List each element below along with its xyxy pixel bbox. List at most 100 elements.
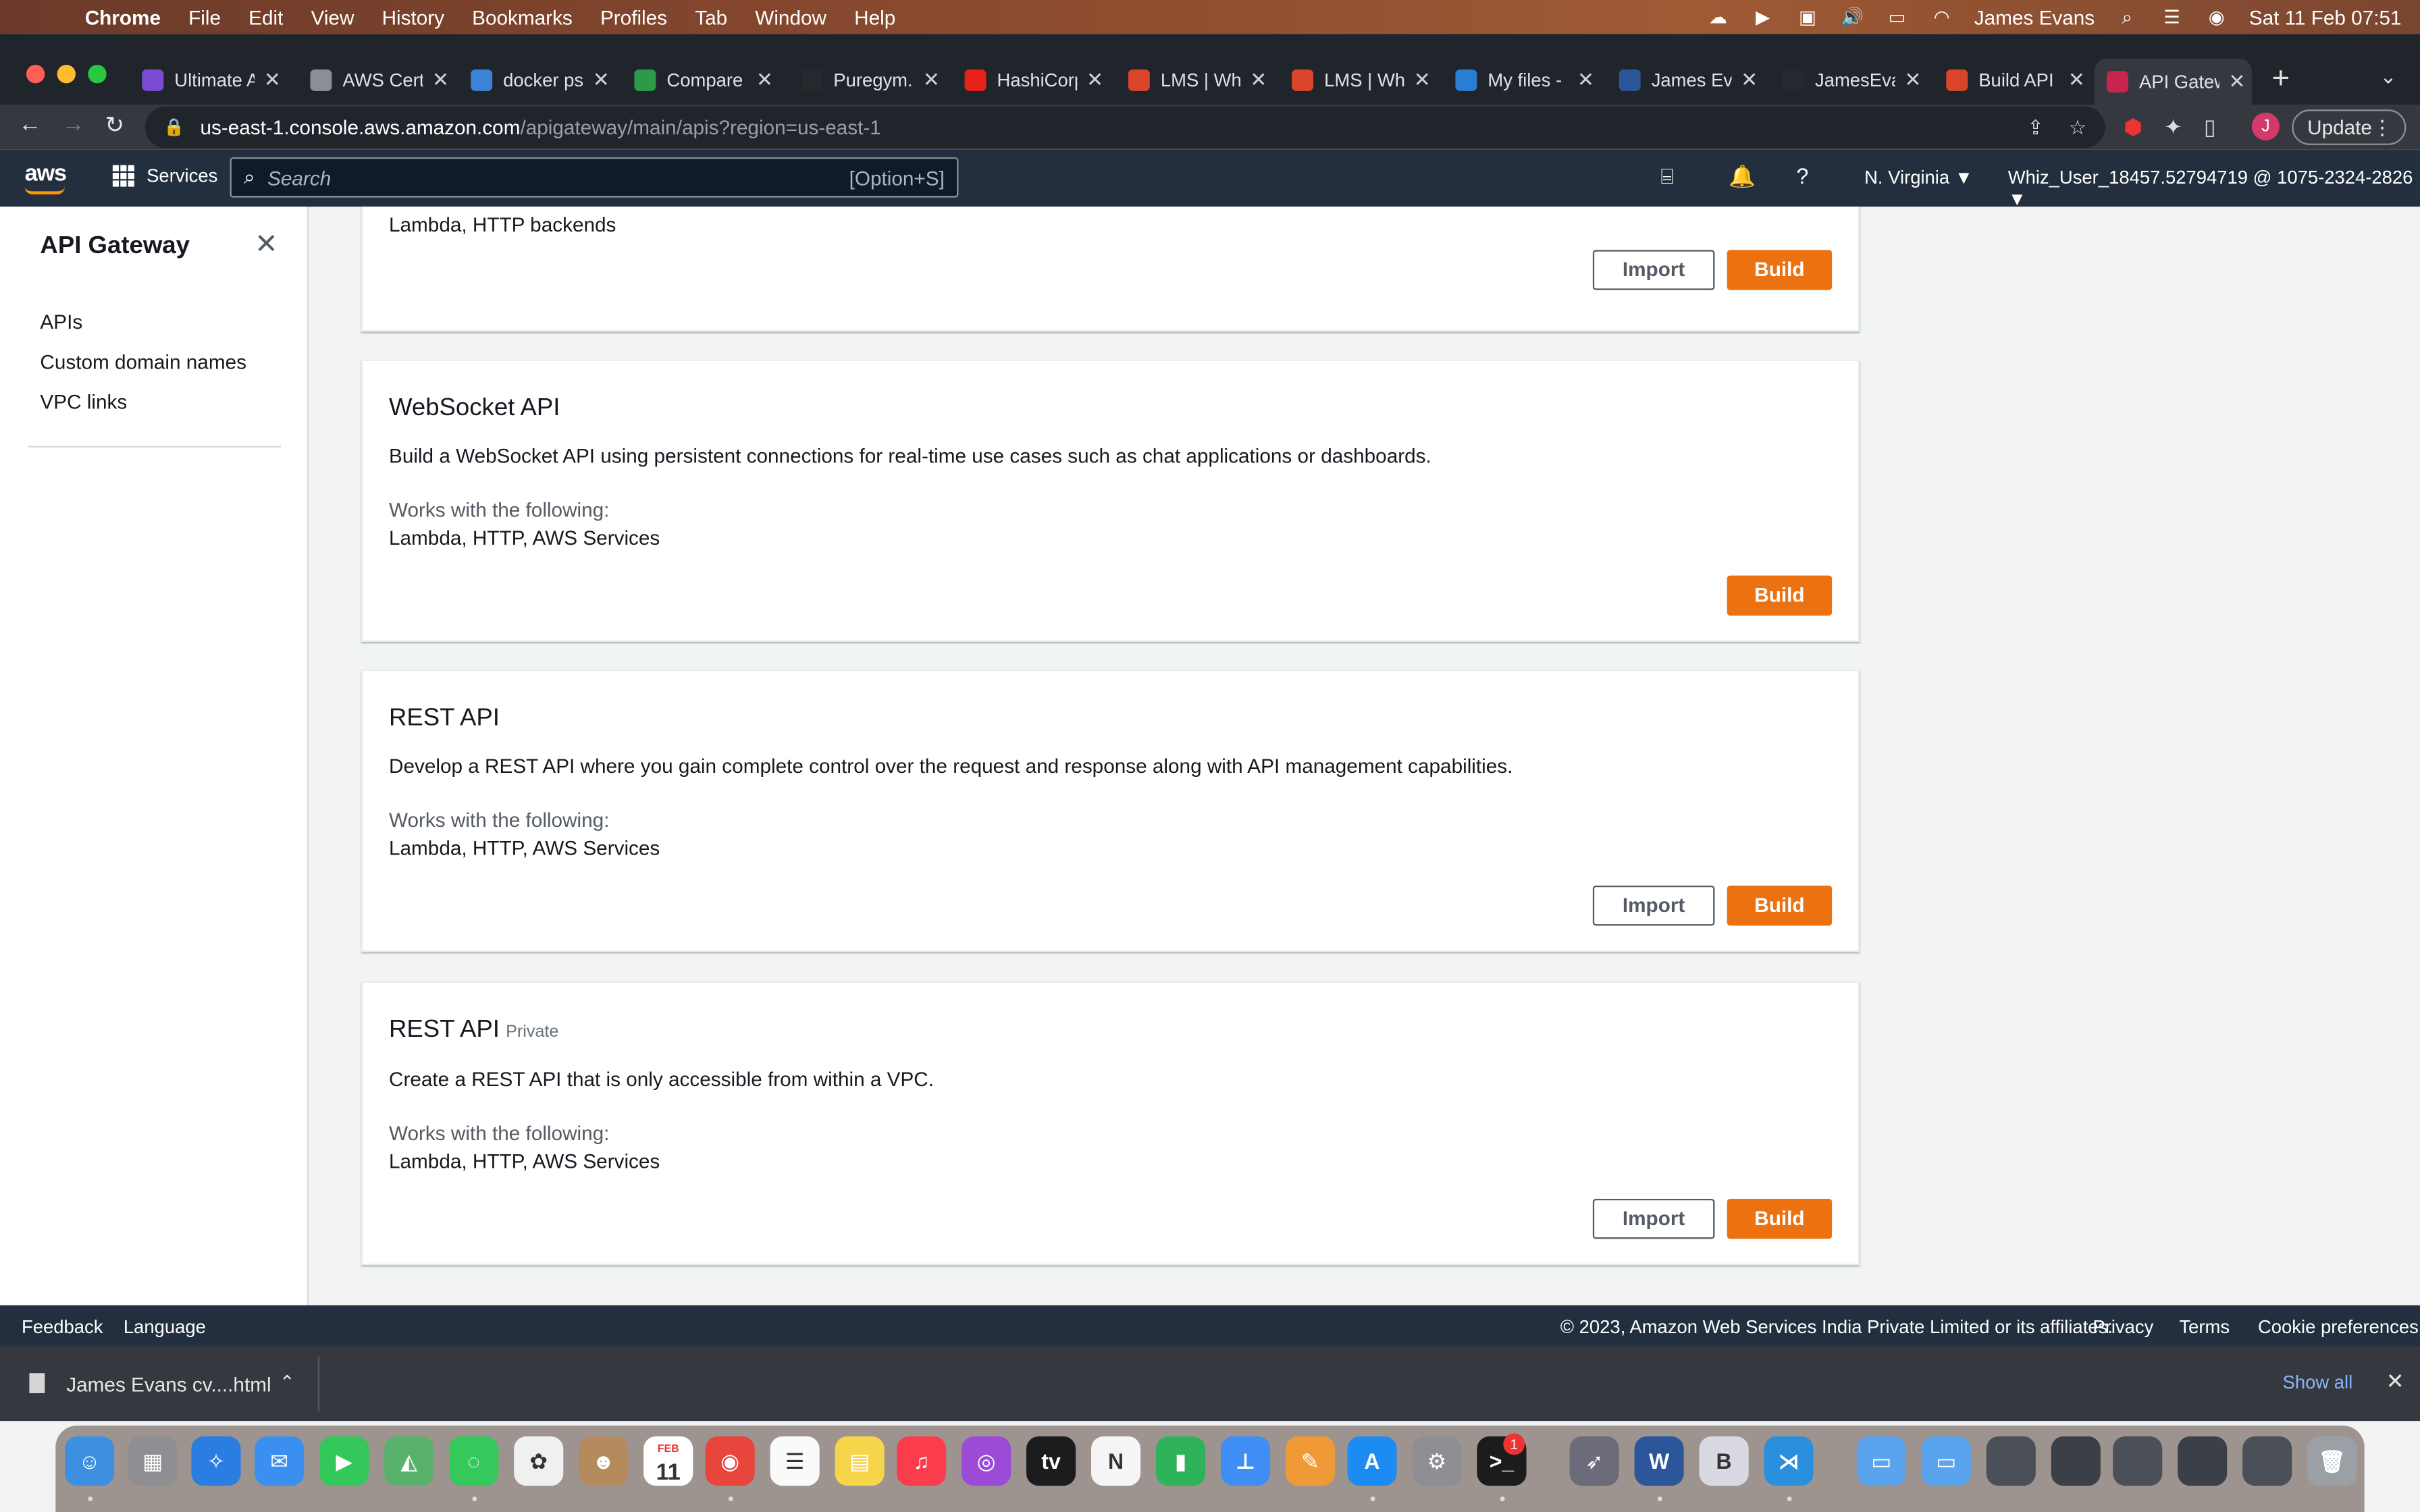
facetime-icon[interactable]: ▶ <box>319 1436 369 1486</box>
window-thumb-5-icon[interactable] <box>2242 1436 2292 1486</box>
adblock-extension-icon[interactable]: ⬢ <box>2124 114 2142 140</box>
notes-icon[interactable]: ▤ <box>835 1436 885 1486</box>
http-import-button[interactable]: Import <box>1592 250 1715 290</box>
services-menu[interactable]: Services <box>112 165 217 187</box>
close-window-icon[interactable] <box>26 64 45 84</box>
rest-import-button[interactable]: Import <box>1592 885 1715 926</box>
zoom-window-icon[interactable] <box>88 64 107 84</box>
share-icon[interactable]: ⇪ <box>2027 115 2044 140</box>
language-link[interactable]: Language <box>124 1316 206 1338</box>
terms-link[interactable]: Terms <box>2179 1316 2230 1338</box>
volume-icon[interactable]: 🔊 <box>1840 7 1865 26</box>
show-all-link[interactable]: Show all <box>2283 1372 2353 1393</box>
vscode-icon[interactable]: ⋊ <box>1764 1436 1814 1486</box>
menu-tab[interactable]: Tab <box>681 5 741 28</box>
messages-icon[interactable]: ◌ <box>449 1436 499 1486</box>
tab-search-chevron-icon[interactable]: ⌄ <box>2380 65 2397 90</box>
tab-close-icon[interactable]: ✕ <box>2068 68 2085 93</box>
menu-bookmarks[interactable]: Bookmarks <box>458 5 587 28</box>
profile-avatar[interactable]: J <box>2251 112 2280 140</box>
system-settings-icon[interactable]: ⚙ <box>1412 1436 1462 1486</box>
side-panel-icon[interactable]: ▯ <box>2204 114 2216 140</box>
close-nav-icon[interactable]: ✕ <box>255 228 278 261</box>
main-content[interactable]: Lambda, HTTP backends Import Build WebSo… <box>310 207 2420 1305</box>
menu-profiles[interactable]: Profiles <box>586 5 681 28</box>
address-bar[interactable]: 🔒 us-east-1.console.aws.amazon.com /apig… <box>144 106 2105 148</box>
tab-close-icon[interactable]: ✕ <box>264 68 281 93</box>
window-thumb-1-icon[interactable] <box>1986 1436 2036 1486</box>
sidebar-item-custom-domain-names[interactable]: Custom domain names <box>40 350 246 373</box>
podcasts-icon[interactable]: ◎ <box>961 1436 1011 1486</box>
aws-logo[interactable]: aws <box>25 161 68 187</box>
forward-arrow-icon[interactable]: → <box>61 111 84 138</box>
sidebar-item-vpc-links[interactable]: VPC links <box>40 390 127 413</box>
privacy-link[interactable]: Privacy <box>2093 1316 2153 1338</box>
cookie-preferences-link[interactable]: Cookie preferences <box>2258 1316 2419 1338</box>
chrome-icon[interactable]: ◉ <box>705 1436 755 1486</box>
menu-help[interactable]: Help <box>841 5 910 28</box>
window-thumb-4-icon[interactable] <box>2178 1436 2228 1486</box>
word-icon[interactable]: W <box>1634 1436 1684 1486</box>
back-arrow-icon[interactable]: ← <box>18 111 41 138</box>
bookmark-star-icon[interactable]: ☆ <box>2069 115 2087 140</box>
music-icon[interactable]: ♫ <box>896 1436 947 1486</box>
menu-history[interactable]: History <box>368 5 458 28</box>
launchpad-icon[interactable]: ▦ <box>128 1436 178 1486</box>
tab-close-icon[interactable]: ✕ <box>756 68 773 93</box>
browser-tab[interactable]: HashiCorp ✕ <box>952 59 1109 102</box>
menu-file[interactable]: File <box>175 5 235 28</box>
menubar-user[interactable]: James Evans <box>1974 5 2095 28</box>
feedback-link[interactable]: Feedback <box>22 1316 103 1338</box>
tv-icon[interactable]: tv <box>1026 1436 1076 1486</box>
tab-close-icon[interactable]: ✕ <box>1250 68 1267 93</box>
lock-icon[interactable]: 🔒 <box>163 117 184 137</box>
rest-private-import-button[interactable]: Import <box>1592 1198 1715 1239</box>
appstore-icon[interactable]: A <box>1347 1436 1397 1486</box>
browser-tab[interactable]: Build API ✕ <box>1934 59 2091 102</box>
screen-icon[interactable]: ▣ <box>1795 7 1820 26</box>
aws-search-input[interactable]: ⌕ Search [Option+S] <box>230 157 959 198</box>
more-options-icon[interactable]: ⋮ <box>2372 115 2392 140</box>
new-tab-icon[interactable]: + <box>2272 61 2290 97</box>
trash-icon[interactable]: 🗑 <box>2307 1436 2357 1486</box>
tab-close-icon[interactable]: ✕ <box>432 68 449 93</box>
contacts-icon[interactable]: ☻ <box>579 1436 629 1486</box>
menu-app-chrome[interactable]: Chrome <box>71 5 174 28</box>
browser-tab[interactable]: Compare ✕ <box>622 59 779 102</box>
tab-close-icon[interactable]: ✕ <box>1414 68 1431 93</box>
browser-tab[interactable]: My files - ✕ <box>1443 59 1600 102</box>
tab-close-icon[interactable]: ✕ <box>593 68 610 93</box>
calendar-icon[interactable]: FEB 11 <box>643 1436 693 1486</box>
bbedit-icon[interactable]: B <box>1699 1436 1749 1486</box>
region-selector[interactable]: N. Virginia ▼ <box>1864 167 1973 188</box>
browser-tab[interactable]: Puregym. ✕ <box>789 59 946 102</box>
control-center-icon[interactable]: ☰ <box>2159 7 2184 26</box>
news-icon[interactable]: N <box>1090 1436 1141 1486</box>
account-menu[interactable]: Whiz_User_18457.52794719 @ 1075-2324-282… <box>2008 167 2420 210</box>
browser-tab[interactable]: API Gatew ✕ <box>2094 58 2252 105</box>
http-build-button[interactable]: Build <box>1727 250 1833 290</box>
menu-view[interactable]: View <box>297 5 368 28</box>
browser-tab[interactable]: LMS | Whi ✕ <box>1280 59 1437 102</box>
websocket-build-button[interactable]: Build <box>1727 575 1833 616</box>
spotlight-search-icon[interactable]: ⌕ <box>2115 7 2140 26</box>
finder-icon[interactable]: ☺ <box>64 1436 115 1486</box>
browser-tab[interactable]: Ultimate A ✕ <box>130 59 287 102</box>
reload-icon[interactable]: ↻ <box>105 111 124 139</box>
keynote-icon[interactable]: ⊥ <box>1220 1436 1271 1486</box>
extensions-puzzle-icon[interactable]: ✦ <box>2164 114 2182 140</box>
creative-cloud-icon[interactable]: ☁ <box>1706 7 1731 26</box>
reminders-icon[interactable]: ☰ <box>770 1436 820 1486</box>
window-thumb-3-icon[interactable] <box>2113 1436 2163 1486</box>
chevron-up-icon[interactable]: ⌃ <box>280 1372 295 1393</box>
download-filename[interactable]: James Evans cv....html <box>66 1373 271 1396</box>
cloudshell-icon[interactable]: ⌸ <box>1660 163 1673 190</box>
play-icon[interactable]: ▶ <box>1750 7 1775 26</box>
safari-icon[interactable]: ✧ <box>191 1436 241 1486</box>
tab-close-icon[interactable]: ✕ <box>1741 68 1758 93</box>
rocket-icon[interactable]: ➶ <box>1569 1436 1619 1486</box>
rest-private-build-button[interactable]: Build <box>1727 1198 1833 1239</box>
tab-close-icon[interactable]: ✕ <box>1086 68 1103 93</box>
battery-icon[interactable]: ▭ <box>1885 7 1910 26</box>
browser-tab[interactable]: docker ps ✕ <box>458 59 616 102</box>
